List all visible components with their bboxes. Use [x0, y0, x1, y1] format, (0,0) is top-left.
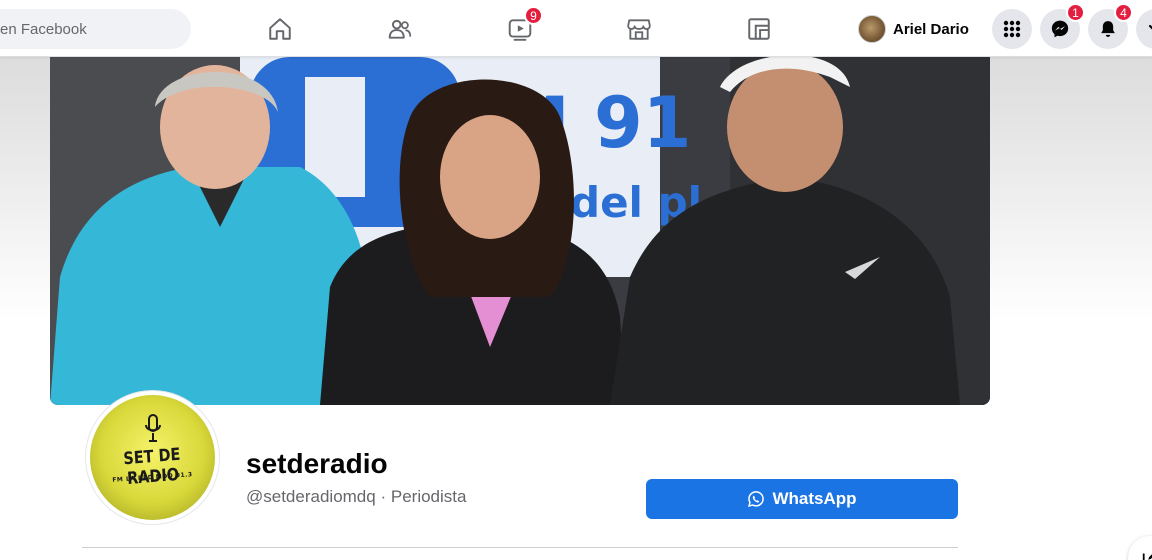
cover-photo-image: M 91 del pl [50, 57, 990, 405]
avatar [858, 15, 886, 43]
menu-button[interactable] [992, 9, 1032, 49]
friends-icon [388, 19, 412, 39]
store-icon [627, 19, 651, 40]
setderadio-logo: SET DE RADIO FM LA RED MDQ 91.3 [90, 395, 215, 520]
top-navigation-bar: 9 Ariel Dario 1 [0, 0, 1152, 57]
cover-photo[interactable]: M 91 del pl [50, 57, 990, 405]
page-title: setderadio [246, 448, 388, 479]
nav-watch[interactable]: 9 [500, 6, 543, 48]
search-input[interactable] [0, 9, 191, 49]
messenger-icon [1051, 20, 1069, 38]
whatsapp-icon [748, 491, 765, 507]
nav-gaming[interactable] [739, 10, 779, 48]
watch-badge: 9 [524, 6, 543, 25]
section-divider [82, 547, 958, 548]
page-profile-picture[interactable]: SET DE RADIO FM LA RED MDQ 91.3 [86, 391, 219, 524]
messenger-badge: 1 [1066, 3, 1085, 22]
page-handle[interactable]: @setderadiomdq [246, 487, 376, 506]
microphone-icon [145, 414, 161, 442]
grid-menu-icon [1003, 20, 1021, 38]
home-icon [269, 18, 291, 40]
logo-wordmark: SET DE RADIO [122, 444, 181, 490]
nav-home[interactable] [260, 10, 300, 48]
messenger-button[interactable]: 1 [1040, 3, 1085, 49]
profile-shortcut[interactable]: Ariel Dario [858, 12, 969, 46]
meta-separator: · [380, 487, 387, 506]
page-category[interactable]: Periodista [391, 487, 467, 506]
page-subtitle: @setderadiomdq · Periodista [246, 487, 466, 507]
chevron-down-icon [1148, 24, 1152, 30]
nav-marketplace[interactable] [619, 10, 659, 48]
nav-friends[interactable] [380, 10, 420, 48]
bell-icon [1101, 21, 1115, 37]
whatsapp-label: WhatsApp [772, 489, 857, 508]
new-message-button[interactable] [1128, 536, 1152, 560]
notifications-button[interactable]: 4 [1088, 3, 1133, 49]
profile-name: Ariel Dario [893, 20, 969, 38]
compose-icon [1142, 553, 1152, 560]
account-button[interactable] [1136, 9, 1152, 49]
gaming-icon [748, 18, 770, 40]
notifications-badge: 4 [1114, 3, 1133, 22]
whatsapp-button[interactable]: WhatsApp [646, 479, 958, 519]
